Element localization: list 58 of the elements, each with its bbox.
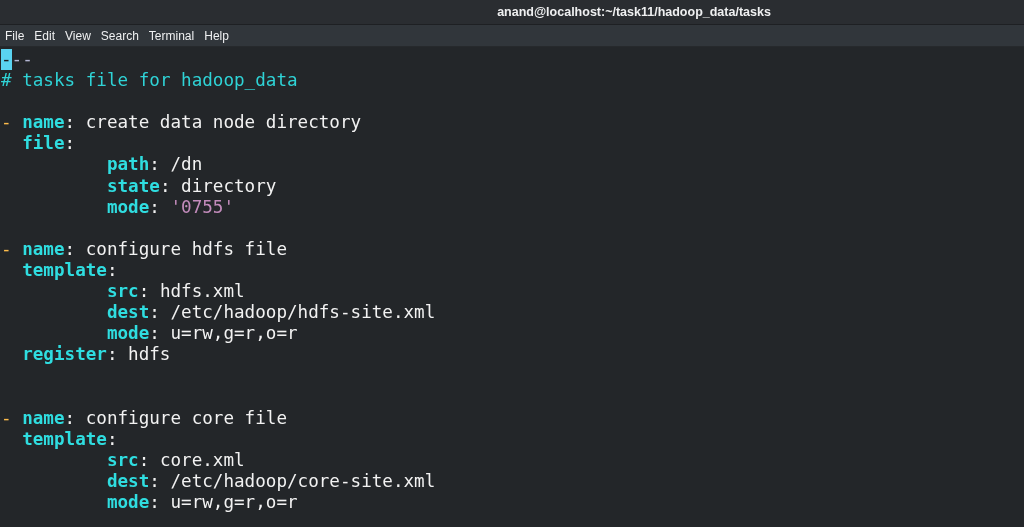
menu-item[interactable]: Help: [199, 26, 234, 45]
yaml-key: state: [106, 175, 160, 197]
key-colon: :: [159, 175, 171, 197]
yaml-value: hdfs: [128, 344, 171, 366]
yaml-key: name: [22, 238, 65, 260]
key-colon: :: [149, 196, 160, 218]
yaml-key: src: [106, 449, 139, 471]
menu-item[interactable]: Edit: [29, 26, 61, 45]
key-colon: :: [149, 491, 160, 514]
yaml-value: configure core file: [85, 407, 287, 429]
comment-text: # tasks file for hadoop_data: [1, 70, 298, 92]
window-title: anand@localhost:~/task11/hadoop_data/tasks: [497, 5, 771, 19]
key-colon: :: [106, 428, 118, 450]
key-colon: :: [106, 259, 118, 282]
yaml-key: register: [22, 344, 107, 366]
yaml-key: src: [106, 281, 139, 303]
key-colon: :: [149, 323, 160, 345]
yaml-key: mode: [106, 491, 150, 514]
list-dash: -: [1, 112, 12, 134]
yaml-value: '0755': [170, 196, 235, 218]
yaml-key: mode: [106, 196, 150, 218]
menu-item[interactable]: View: [60, 26, 96, 45]
key-colon: :: [64, 407, 76, 429]
yaml-value: configure hdfs file: [85, 238, 287, 260]
menu-item[interactable]: File: [0, 26, 30, 45]
key-colon: :: [64, 238, 76, 260]
yaml-value: /etc/hadoop/core-site.xml: [170, 470, 436, 492]
yaml-key: template: [22, 259, 107, 282]
yaml-key: path: [106, 154, 150, 176]
menu-item[interactable]: Search: [95, 26, 144, 45]
key-colon: :: [64, 133, 76, 155]
key-colon: :: [138, 281, 150, 303]
yaml-value: /etc/hadoop/hdfs-site.xml: [170, 302, 436, 324]
yaml-key: mode: [106, 323, 150, 345]
yaml-key: dest: [106, 302, 150, 324]
yaml-key: name: [22, 407, 65, 429]
key-colon: :: [106, 344, 118, 366]
key-colon: :: [149, 470, 160, 492]
yaml-key: dest: [106, 470, 150, 492]
yaml-key: file: [22, 133, 65, 155]
yaml-value: create data node directory: [85, 112, 362, 134]
text-cursor: -: [1, 49, 12, 71]
list-dash: -: [1, 407, 12, 429]
key-colon: :: [149, 302, 160, 324]
list-dash: -: [1, 238, 12, 260]
yaml-value: core.xml: [159, 449, 245, 471]
yaml-key: template: [22, 428, 107, 450]
yaml-key: name: [22, 112, 65, 134]
key-colon: :: [64, 112, 76, 134]
document-marker: --: [11, 49, 33, 71]
yaml-value: u=rw,g=r,o=r: [170, 491, 298, 514]
yaml-value: directory: [181, 175, 277, 197]
key-colon: :: [138, 449, 150, 471]
menu-item[interactable]: Terminal: [143, 26, 200, 45]
yaml-value: hdfs.xml: [159, 281, 245, 303]
yaml-value: u=rw,g=r,o=r: [170, 323, 298, 345]
key-colon: :: [149, 154, 160, 176]
yaml-value: /dn: [170, 154, 203, 176]
